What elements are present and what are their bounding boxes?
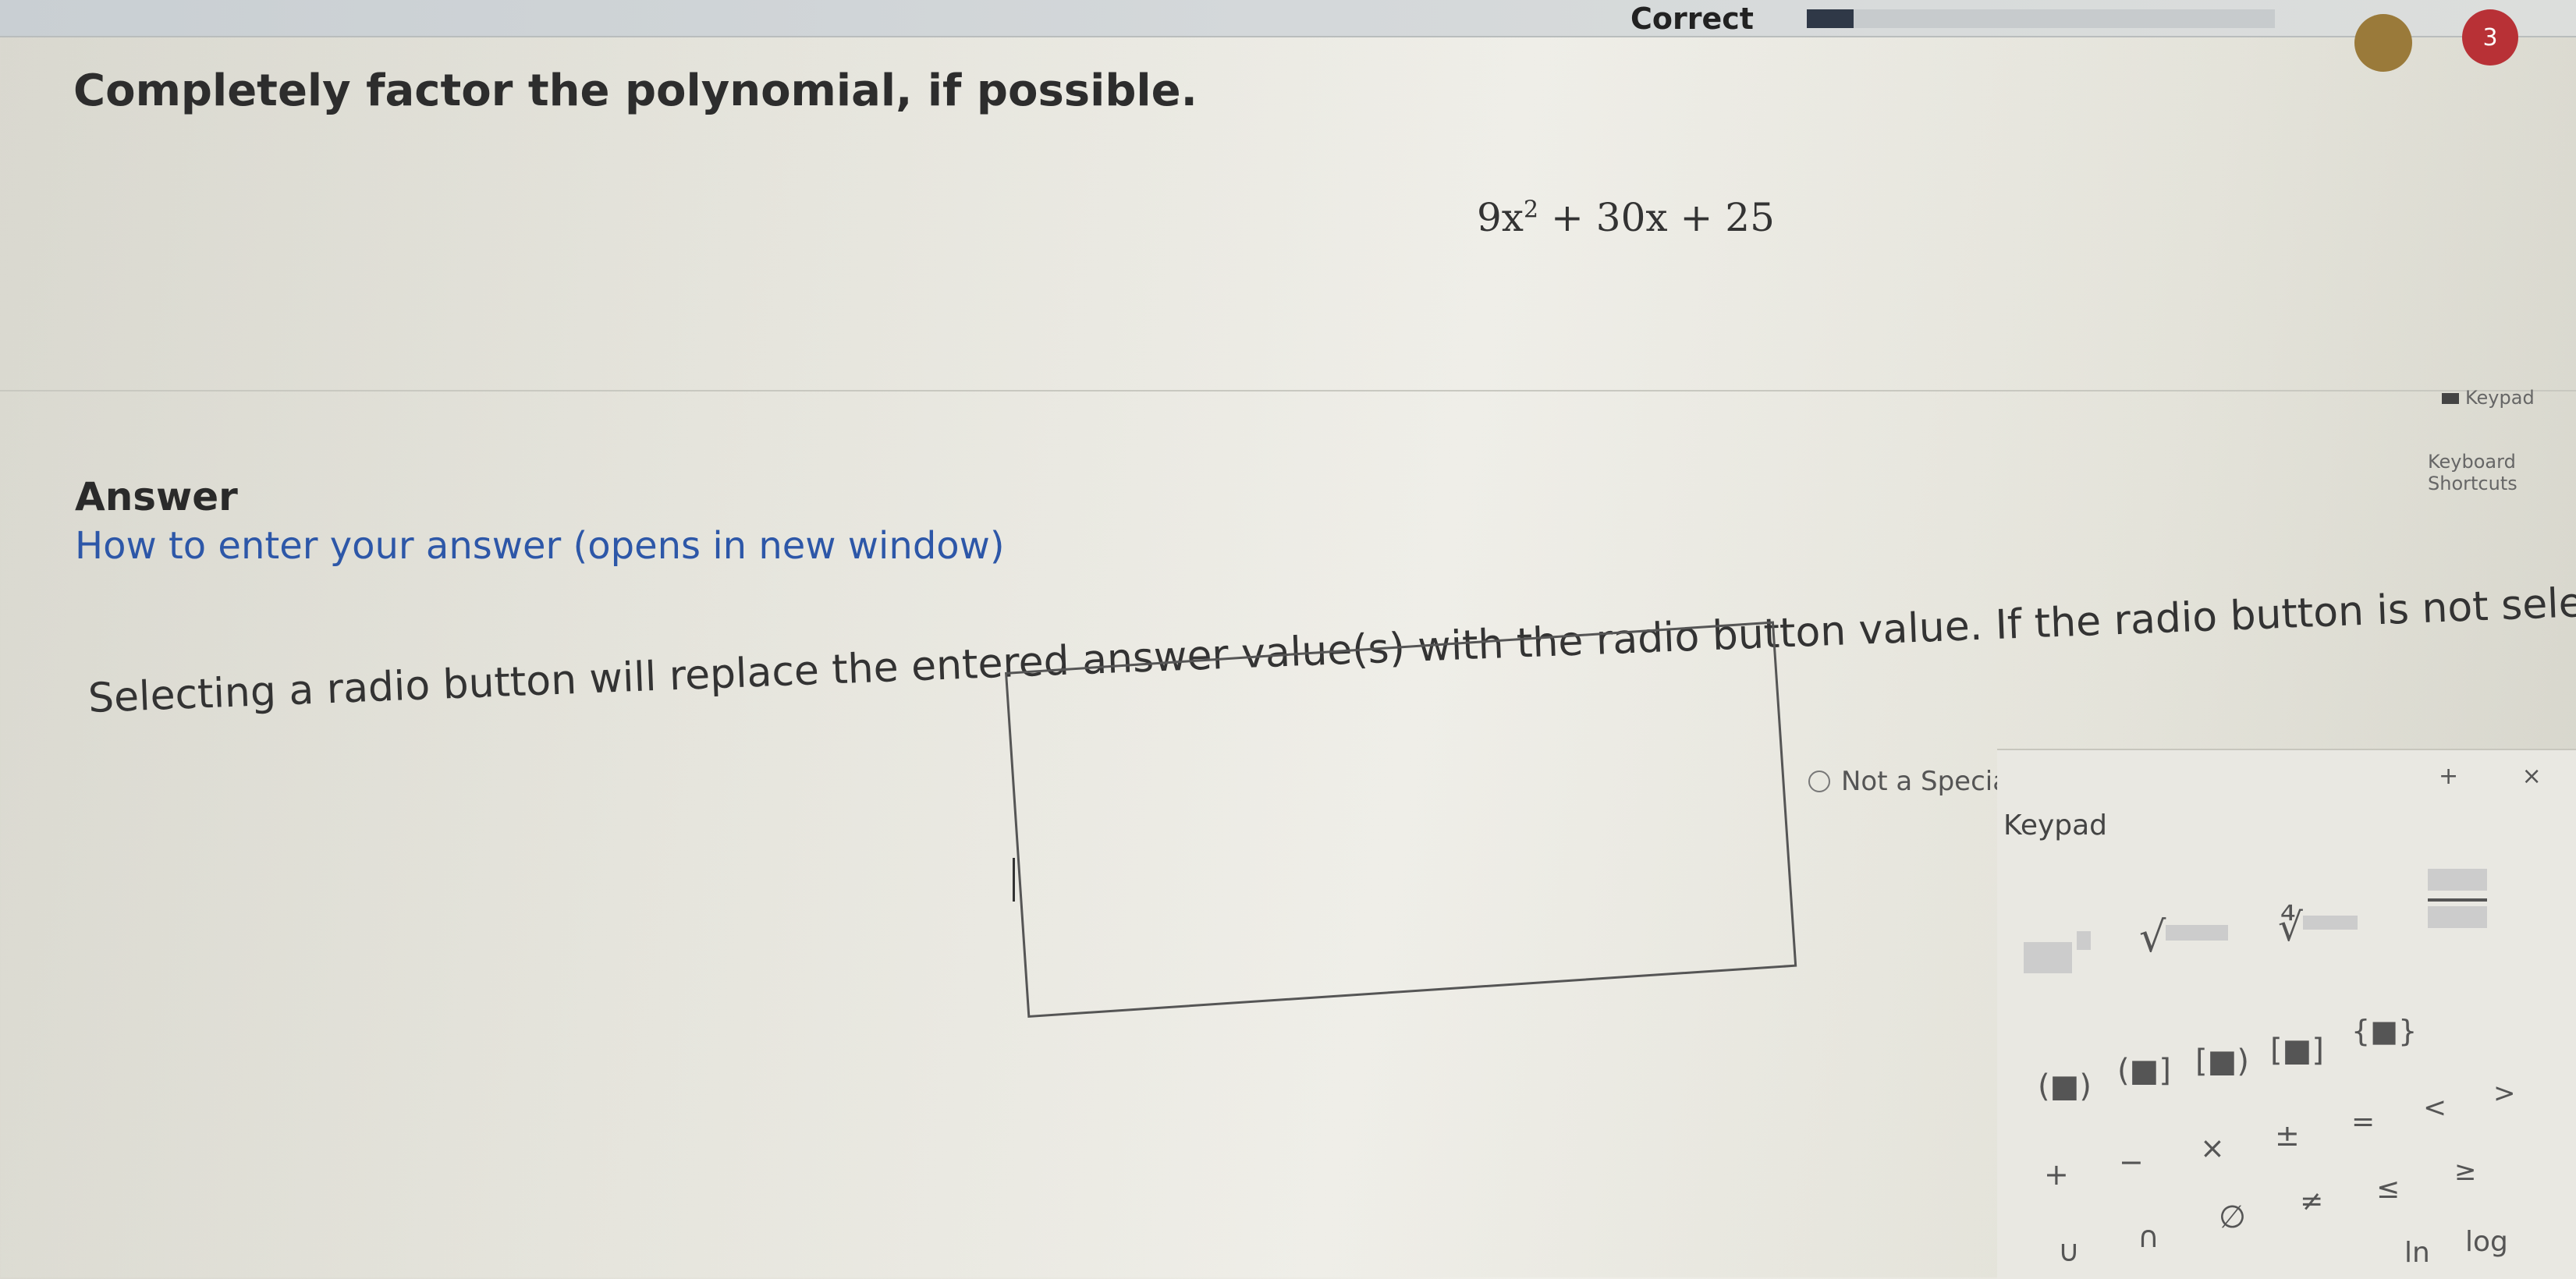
brace-key[interactable]: {■} [2351,1014,2417,1048]
minus-key[interactable]: − [2119,1145,2144,1179]
less-equal-key[interactable]: ≤ [2376,1173,2400,1205]
paren-bracket-key[interactable]: (■] [2117,1053,2171,1089]
bracket-bracket-key[interactable]: [■] [2270,1033,2324,1068]
empty-set-key[interactable]: ∅ [2219,1199,2246,1235]
keypad-title: Keypad [2003,810,2108,841]
bracket-paren-key[interactable]: [■) [2195,1043,2249,1079]
keypad-window-controls[interactable]: + × [2439,763,2570,790]
not-equal-key[interactable]: ≠ [2300,1185,2323,1217]
ln-key[interactable]: ln [2404,1237,2430,1269]
intersection-key[interactable]: ∩ [2138,1220,2159,1254]
polynomial-expression: 9x2 + 30x + 25 [1477,195,1775,240]
equals-key[interactable]: = [2351,1106,2375,1138]
nth-root-key[interactable]: ∜ [2278,905,2358,950]
paren-paren-key[interactable]: (■) [2038,1068,2092,1104]
how-to-enter-link[interactable]: How to enter your answer (opens in new w… [75,524,1005,568]
union-key[interactable]: ∪ [2058,1234,2080,1268]
text-caret [1013,858,1015,902]
sqrt-key[interactable]: √ [2139,912,2229,962]
section-divider [0,390,2576,391]
keypad-toggle-button[interactable]: Keypad [2442,387,2535,409]
fraction-key[interactable] [2428,869,2487,931]
keyboard-shortcuts-link[interactable]: Keyboard Shortcuts [2428,451,2576,494]
plus-key[interactable]: + [2044,1157,2069,1192]
times-key[interactable]: × [2200,1131,2225,1165]
greater-than-key[interactable]: > [2493,1078,2516,1109]
greater-equal-key[interactable]: ≥ [2454,1156,2477,1187]
log-key[interactable]: log [2465,1226,2508,1258]
answer-heading: Answer [75,474,238,519]
status-label: Correct [1630,2,1754,36]
progress-bar [1807,9,2275,28]
help-button[interactable] [2354,14,2412,72]
plus-minus-key[interactable]: ± [2275,1118,2300,1153]
radio-circle[interactable] [1808,771,1830,792]
badge-count: 3 [2482,23,2498,51]
notification-badge[interactable]: 3 [2462,9,2518,66]
keyboard-icon [2442,393,2459,404]
less-than-key[interactable]: < [2423,1092,2446,1124]
superscript-key[interactable] [2024,931,2091,976]
answer-input[interactable] [1005,621,1797,1019]
question-prompt: Completely factor the polynomial, if pos… [73,66,1198,116]
